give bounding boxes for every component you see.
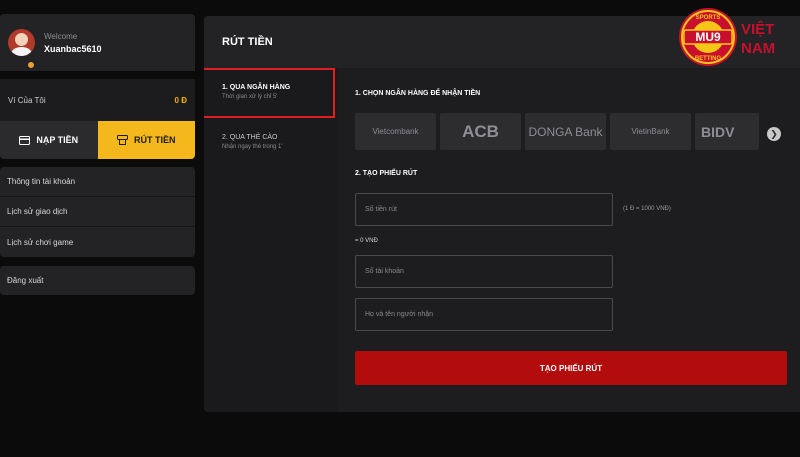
- account-menu: Thông tin tài khoản Lịch sử giao dịch Lị…: [0, 167, 195, 257]
- method-card-title: 2. QUA THẺ CÀO: [222, 134, 278, 141]
- withdraw-methods: 1. QUA NGÂN HÀNG Thời gian xử lý chỉ 5' …: [204, 68, 338, 412]
- brand-logo: MU9 SPORTS BETTING VIỆT NAM: [678, 5, 800, 69]
- method-bank-tab[interactable]: 1. QUA NGÂN HÀNG Thời gian xử lý chỉ 5': [204, 68, 335, 118]
- menu-item-transaction-history[interactable]: Lịch sử giao dịch: [0, 197, 195, 227]
- wallet-label: Ví Của Tôi: [8, 95, 46, 105]
- withdraw-label: RÚT TIỀN: [134, 135, 176, 145]
- converted-amount: = 0 VNĐ: [355, 238, 378, 244]
- bank-option-acb[interactable]: ACB: [440, 113, 521, 150]
- wallet-balance: 0 Đ: [174, 95, 187, 105]
- username: Xuanbac5610: [44, 43, 102, 54]
- sidebar: Welcome Xuanbac5610 Ví Của Tôi 0 Đ NẠP T…: [0, 14, 195, 295]
- amount-input[interactable]: Số tiền rút: [355, 193, 613, 226]
- wallet-actions: NẠP TIỀN RÚT TIỀN: [0, 121, 195, 159]
- withdraw-content: 1. CHỌN NGÂN HÀNG ĐỂ NHẬN TIỀN Vietcomba…: [338, 68, 800, 412]
- method-card-tab[interactable]: 2. QUA THẺ CÀO Nhận ngay thẻ trong 1': [204, 134, 283, 164]
- method-bank-title: 1. QUA NGÂN HÀNG: [222, 84, 291, 91]
- menu-item-game-history[interactable]: Lịch sử chơi game: [0, 227, 195, 257]
- method-card-subtitle: Nhận ngay thẻ trong 1': [222, 144, 283, 150]
- bank-option-vietinbank[interactable]: VietinBank: [610, 113, 691, 150]
- wallet-row: Ví Của Tôi 0 Đ: [0, 79, 195, 121]
- method-bank-subtitle: Thời gian xử lý chỉ 5': [222, 94, 278, 100]
- bank-option-bidv[interactable]: BIDV: [695, 113, 759, 150]
- welcome-label: Welcome: [44, 31, 78, 41]
- svg-text:SPORTS: SPORTS: [696, 15, 721, 21]
- avatar[interactable]: [8, 29, 35, 56]
- atm-icon: [117, 135, 128, 145]
- bank-option-donga[interactable]: DONGA Bank: [525, 113, 606, 150]
- withdraw-button[interactable]: RÚT TIỀN: [97, 121, 195, 159]
- account-number-input[interactable]: Số tài khoản: [355, 255, 613, 288]
- section-bank-title: 1. CHỌN NGÂN HÀNG ĐỂ NHẬN TIỀN: [355, 90, 481, 97]
- withdraw-panel: RÚT TIỀN 1. QUA NGÂN HÀNG Thời gian xử l…: [204, 16, 800, 412]
- recipient-name-input[interactable]: Họ và tên người nhận: [355, 298, 613, 331]
- exchange-rate-note: (1 Đ = 1000 VNĐ): [623, 206, 671, 212]
- avatar-badge-icon: [27, 61, 35, 69]
- logout-button[interactable]: Đăng xuất: [0, 266, 195, 295]
- bank-list: Vietcombank ACB DONGA Bank VietinBank BI…: [355, 113, 759, 150]
- profile-card: Welcome Xuanbac5610: [0, 14, 195, 71]
- svg-text:BETTING: BETTING: [695, 56, 722, 62]
- create-withdraw-button[interactable]: TẠO PHIẾU RÚT: [355, 351, 787, 385]
- deposit-button[interactable]: NẠP TIỀN: [0, 121, 98, 159]
- mu9-logo-icon: MU9 SPORTS BETTING VIỆT NAM: [679, 8, 775, 66]
- bank-option-vietcombank[interactable]: Vietcombank: [355, 113, 436, 150]
- svg-text:MU9: MU9: [695, 30, 721, 44]
- svg-text:VIỆT: VIỆT: [741, 20, 774, 38]
- section-form-title: 2. TẠO PHIẾU RÚT: [355, 170, 418, 177]
- deposit-label: NẠP TIỀN: [36, 135, 79, 145]
- menu-item-account-info[interactable]: Thông tin tài khoản: [0, 167, 195, 197]
- chevron-right-icon[interactable]: ❯: [767, 127, 781, 141]
- svg-text:NAM: NAM: [741, 40, 775, 57]
- card-icon: [19, 135, 31, 145]
